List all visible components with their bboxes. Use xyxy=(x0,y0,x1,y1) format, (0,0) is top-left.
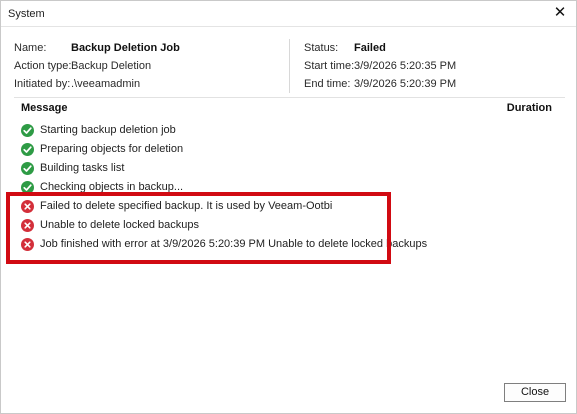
log-item-text: Job finished with error at 3/9/2026 5:20… xyxy=(40,238,428,250)
log-item[interactable]: Checking objects in backup... xyxy=(14,178,565,197)
check-circle-icon xyxy=(21,124,34,137)
initiated-by-row: Initiated by: .\veeamadmin xyxy=(14,77,284,95)
check-circle-icon xyxy=(21,143,34,156)
error-circle-icon xyxy=(21,219,34,232)
log-item[interactable]: Failed to delete specified backup. It is… xyxy=(14,197,565,216)
status-label: Status: xyxy=(304,42,339,54)
column-header-message[interactable]: Message xyxy=(21,102,67,114)
name-row: Name: Backup Deletion Job xyxy=(14,41,284,59)
column-header-duration[interactable]: Duration xyxy=(507,102,552,114)
status-value: Failed xyxy=(354,42,386,54)
log-item[interactable]: Building tasks list xyxy=(14,159,565,178)
name-label: Name: xyxy=(14,42,47,54)
log-list[interactable]: Starting backup deletion job Preparing ob… xyxy=(14,121,565,254)
log-item-text: Unable to delete locked backups xyxy=(40,219,199,231)
end-time-label: End time: xyxy=(304,78,351,90)
log-item-text: Building tasks list xyxy=(40,162,125,174)
title-bar: System ✕ xyxy=(1,1,576,27)
log-item-text: Preparing objects for deletion xyxy=(40,143,184,155)
check-circle-icon xyxy=(21,162,34,175)
summary-divider xyxy=(289,39,290,93)
log-item[interactable]: Job finished with error at 3/9/2026 5:20… xyxy=(14,235,565,254)
action-type-row: Action type: Backup Deletion xyxy=(14,59,284,77)
log-item[interactable]: Unable to delete locked backups xyxy=(14,216,565,235)
job-summary-left: Name: Backup Deletion Job Action type: B… xyxy=(14,41,284,95)
job-summary-right: Status: Failed Start time: 3/9/2026 5:20… xyxy=(304,41,564,95)
start-time-value: 3/9/2026 5:20:35 PM xyxy=(354,60,457,72)
close-icon[interactable]: ✕ xyxy=(552,4,568,22)
log-item[interactable]: Starting backup deletion job xyxy=(14,121,565,140)
end-time-value: 3/9/2026 5:20:39 PM xyxy=(354,78,457,90)
initiated-by-value: .\veeamadmin xyxy=(71,78,141,90)
log-item[interactable]: Preparing objects for deletion xyxy=(14,140,565,159)
log-item-text: Checking objects in backup... xyxy=(40,181,184,193)
start-time-label: Start time: xyxy=(304,60,355,72)
window-title: System xyxy=(8,8,45,20)
initiated-by-label: Initiated by: xyxy=(14,78,71,90)
log-item-text: Starting backup deletion job xyxy=(40,124,176,136)
start-time-row: Start time: 3/9/2026 5:20:35 PM xyxy=(304,59,564,77)
error-circle-icon xyxy=(21,200,34,213)
system-dialog: System ✕ Name: Backup Deletion Job Actio… xyxy=(0,0,577,414)
close-button[interactable]: Close xyxy=(504,383,566,402)
action-type-label: Action type: xyxy=(14,60,72,72)
log-list-header: Message Duration xyxy=(14,101,565,117)
status-row: Status: Failed xyxy=(304,41,564,59)
error-circle-icon xyxy=(21,238,34,251)
name-value: Backup Deletion Job xyxy=(71,42,180,54)
check-circle-icon xyxy=(21,181,34,194)
log-item-text: Failed to delete specified backup. It is… xyxy=(40,200,333,212)
end-time-row: End time: 3/9/2026 5:20:39 PM xyxy=(304,77,564,95)
header-divider xyxy=(14,97,565,98)
action-type-value: Backup Deletion xyxy=(71,60,152,72)
